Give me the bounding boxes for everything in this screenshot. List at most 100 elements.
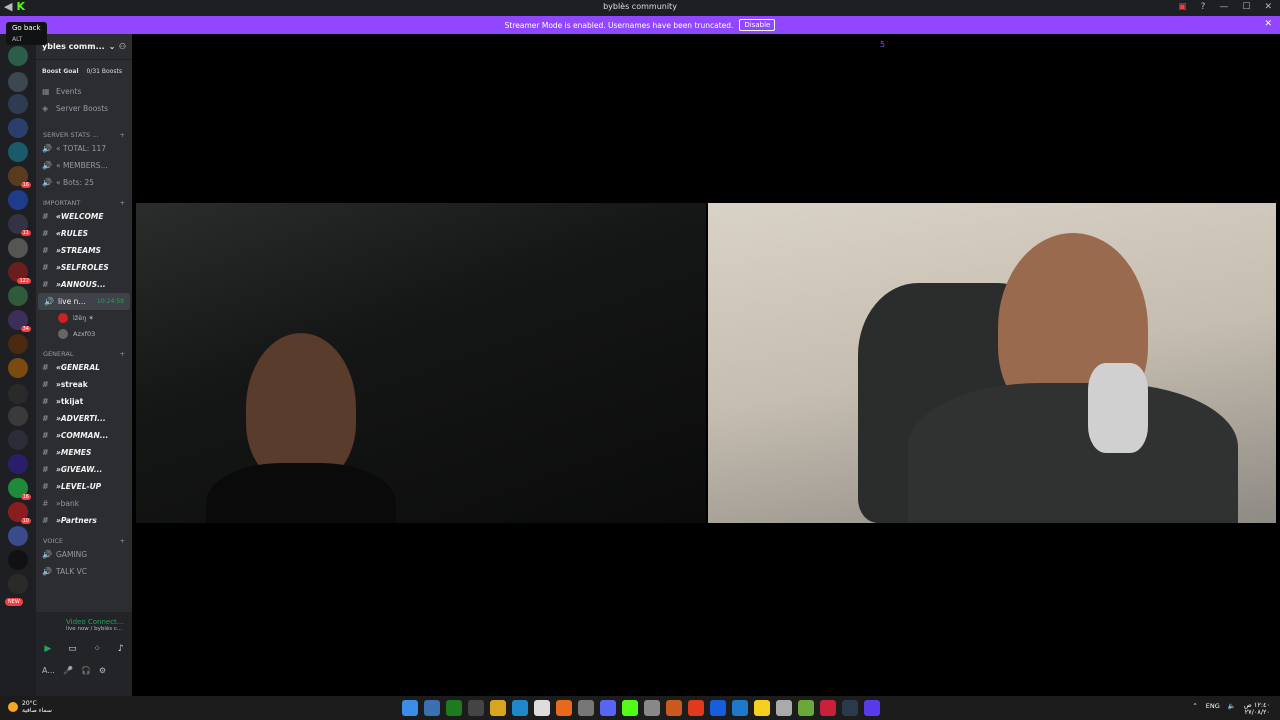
server-icon[interactable] xyxy=(8,384,28,404)
plus-icon[interactable]: + xyxy=(120,199,125,207)
channel-giveaw[interactable]: # »GIVEAW... xyxy=(36,461,132,478)
channel-bank[interactable]: # »bank xyxy=(36,495,132,512)
server-boosts-item[interactable]: ◈ Server Boosts xyxy=(36,100,132,117)
screen-share-icon[interactable]: ▭ xyxy=(68,644,77,654)
server-icon[interactable]: 34 xyxy=(8,310,31,332)
server-icon[interactable] xyxy=(8,118,28,138)
discord-icon[interactable] xyxy=(600,700,616,716)
gear-icon[interactable]: ⚙ xyxy=(99,666,106,675)
store-icon[interactable] xyxy=(534,700,550,716)
stat-channel[interactable]: 🔊 « Bots: 25 xyxy=(36,174,132,191)
app-icon[interactable] xyxy=(468,700,484,716)
channel-streams[interactable]: # »STREAMS xyxy=(36,242,132,259)
bitwarden-icon[interactable] xyxy=(710,700,726,716)
voice-channel-live[interactable]: 🔊 live n... 10:24:59 xyxy=(38,293,130,310)
app-icon[interactable] xyxy=(864,700,880,716)
server-icon[interactable] xyxy=(8,190,28,210)
events-item[interactable]: ▦ Events xyxy=(36,83,132,100)
server-icon[interactable] xyxy=(8,526,28,546)
voice-user[interactable]: ìžëŋ ✶ xyxy=(36,310,132,326)
camera-icon[interactable]: ▶ xyxy=(44,644,51,654)
app-icon[interactable] xyxy=(578,700,594,716)
sticky-notes-icon[interactable] xyxy=(754,700,770,716)
video-tile-left[interactable] xyxy=(136,203,706,523)
video-tile-right[interactable] xyxy=(708,203,1276,523)
voice-channel-path[interactable]: live now / byblès c... xyxy=(36,626,132,632)
server-icon[interactable]: 122 xyxy=(8,262,31,284)
weather-widget[interactable]: 20°C سماء صافية xyxy=(8,700,52,714)
category-important[interactable]: IMPORTANT + xyxy=(36,191,132,208)
chrome-icon[interactable] xyxy=(644,700,660,716)
stat-channel[interactable]: 🔊 « MEMBERS... xyxy=(36,157,132,174)
app-icon[interactable] xyxy=(776,700,792,716)
search-icon[interactable] xyxy=(424,700,440,716)
server-icon[interactable] xyxy=(8,46,28,66)
server-icon[interactable] xyxy=(8,238,28,258)
minimize-icon[interactable]: — xyxy=(1219,2,1228,12)
channel-adverti[interactable]: # »ADVERTI... xyxy=(36,410,132,427)
inbox-icon[interactable]: ▣ xyxy=(1178,2,1187,12)
soundboard-icon[interactable]: ♪ xyxy=(118,644,124,654)
app-icon[interactable] xyxy=(666,700,682,716)
server-icon[interactable]: 16 xyxy=(8,478,31,500)
server-icon[interactable] xyxy=(8,430,28,450)
category-voice[interactable]: VOICE + xyxy=(36,529,132,546)
category-general[interactable]: GENERAL + xyxy=(36,342,132,359)
clock[interactable]: ١٢:٤٠ ص ٢٧/٠٨/٢٠ xyxy=(1244,702,1270,716)
firefox-icon[interactable] xyxy=(556,700,572,716)
server-icon[interactable] xyxy=(8,142,28,162)
help-icon[interactable]: ? xyxy=(1201,2,1206,12)
category-server-stats[interactable]: SERVER STATS ... + xyxy=(36,123,132,140)
channel-rules[interactable]: # «RULES xyxy=(36,225,132,242)
boost-goal[interactable]: Boost Goal 0/31 Boosts xyxy=(42,68,126,75)
edge-icon[interactable] xyxy=(512,700,528,716)
server-icon[interactable] xyxy=(8,454,28,474)
channel-general[interactable]: # «GENERAL xyxy=(36,359,132,376)
server-icon[interactable] xyxy=(8,94,28,114)
server-header[interactable]: ybles comm... ⌄ ⚇ xyxy=(36,34,132,60)
channel-selfroles[interactable]: # »SELFROLES xyxy=(36,259,132,276)
volume-icon[interactable]: 🔈 xyxy=(1228,702,1236,716)
activities-icon[interactable]: ⁘ xyxy=(93,644,101,654)
voice-user[interactable]: Azxf03 xyxy=(36,326,132,342)
server-icon[interactable]: 11 xyxy=(8,214,31,236)
server-icon[interactable] xyxy=(8,550,28,570)
mic-icon[interactable]: 🎤 xyxy=(63,666,73,675)
plus-icon[interactable]: + xyxy=(120,350,125,358)
server-icon[interactable] xyxy=(8,334,28,354)
channel-level-up[interactable]: # »LEVEL-UP xyxy=(36,478,132,495)
user-name[interactable]: A... xyxy=(42,666,55,675)
channel-comman[interactable]: # »COMMAN... xyxy=(36,427,132,444)
headphones-icon[interactable]: 🎧 xyxy=(81,666,91,675)
server-icon[interactable] xyxy=(8,406,28,426)
channel-streak[interactable]: # »streak xyxy=(36,376,132,393)
server-icon[interactable]: 16 xyxy=(8,166,31,188)
channel-tkijat[interactable]: # »tkijat xyxy=(36,393,132,410)
plus-icon[interactable]: + xyxy=(120,537,125,545)
kick-icon[interactable] xyxy=(622,700,638,716)
brave-icon[interactable] xyxy=(688,700,704,716)
vscode-icon[interactable] xyxy=(732,700,748,716)
maximize-icon[interactable]: ☐ xyxy=(1242,2,1250,12)
app-icon[interactable] xyxy=(820,700,836,716)
channel-memes[interactable]: # »MEMES xyxy=(36,444,132,461)
add-member-icon[interactable]: ⚇ xyxy=(119,42,126,51)
steam-icon[interactable] xyxy=(842,700,858,716)
channel-welcome[interactable]: # «WELCOME xyxy=(36,208,132,225)
disable-button[interactable]: Disable xyxy=(739,19,776,31)
app-icon[interactable] xyxy=(798,700,814,716)
folder-icon[interactable] xyxy=(490,700,506,716)
xbox-icon[interactable] xyxy=(446,700,462,716)
channel-partners[interactable]: # »Partners xyxy=(36,512,132,529)
chevron-up-icon[interactable]: ⌃ xyxy=(1192,702,1197,716)
voice-channel-gaming[interactable]: 🔊 GAMING xyxy=(36,546,132,563)
server-icon[interactable] xyxy=(8,286,28,306)
language-indicator[interactable]: ENG xyxy=(1206,702,1220,716)
server-icon[interactable] xyxy=(8,574,28,594)
voice-channel-talk[interactable]: 🔊 TALK VC xyxy=(36,563,132,580)
stat-channel[interactable]: 🔊 « TOTAL: 117 xyxy=(36,140,132,157)
banner-close-icon[interactable]: ✕ xyxy=(1264,19,1272,29)
start-icon[interactable] xyxy=(402,700,418,716)
channel-annous[interactable]: # »ANNOUS... xyxy=(36,276,132,293)
plus-icon[interactable]: + xyxy=(120,131,125,139)
